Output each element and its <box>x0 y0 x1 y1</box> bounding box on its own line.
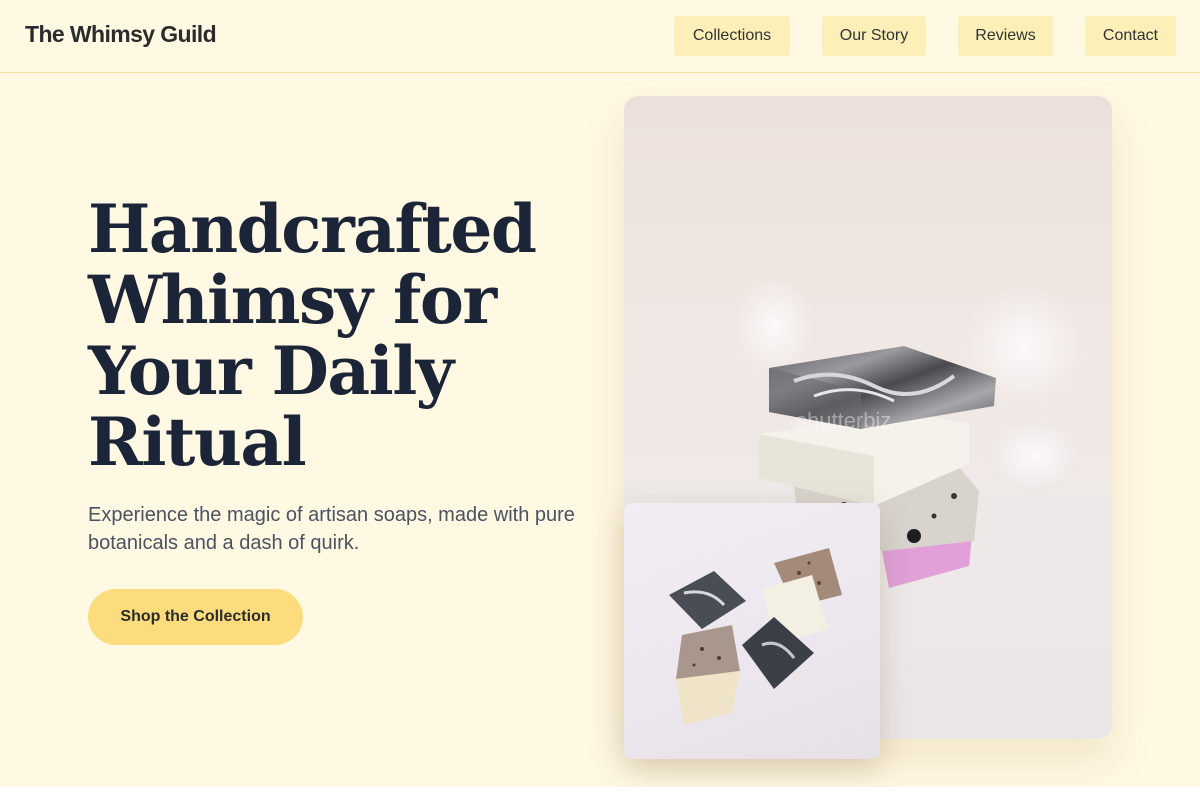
soap-pieces-photo <box>624 503 880 759</box>
nav-contact-button[interactable]: Contact <box>1085 16 1176 56</box>
nav-collections-button[interactable]: Collections <box>674 16 790 56</box>
photo-watermark: shutterbiz <box>796 408 891 433</box>
brand-logo[interactable]: The Whimsy Guild <box>25 21 217 48</box>
nav-our-story-button[interactable]: Our Story <box>822 16 926 56</box>
section-divider <box>0 787 1200 800</box>
nav-reviews-button[interactable]: Reviews <box>958 16 1053 56</box>
site-header: The Whimsy Guild Collections Our Story R… <box>0 0 1200 73</box>
hero-title: Handcrafted Whimsy for Your Daily Ritual <box>88 190 537 481</box>
shop-collection-button[interactable]: Shop the Collection <box>88 589 303 645</box>
hero-subtitle: Experience the magic of artisan soaps, m… <box>88 504 575 554</box>
soap-pieces-illustration <box>669 548 842 725</box>
